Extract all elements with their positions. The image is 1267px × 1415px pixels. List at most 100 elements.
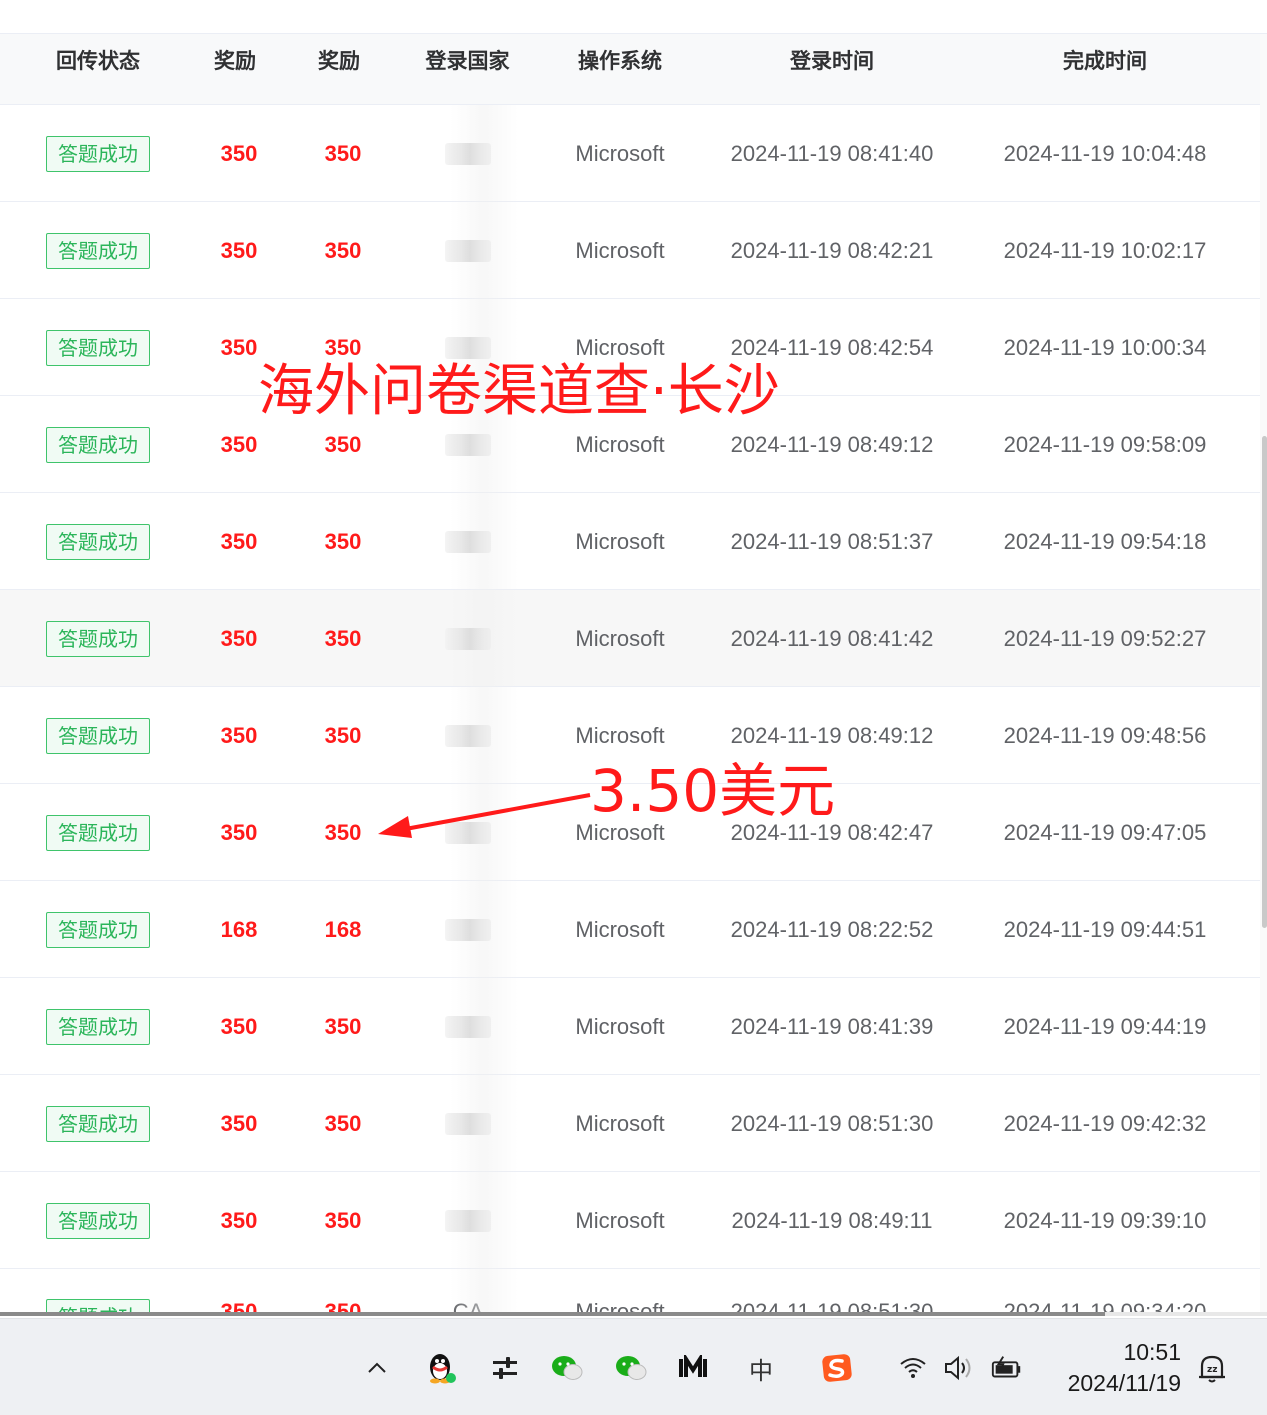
finish-time-value: 2024-11-19 09:47:05 bbox=[1003, 819, 1207, 845]
table-row[interactable]: 答题成功 350 350 Microsoft 2024-11-19 08:41:40 20… bbox=[0, 105, 1267, 202]
wifi-icon[interactable] bbox=[896, 1351, 930, 1385]
table-row[interactable]: 答题成功 350 350 Microsoft 2024-11-19 08:51:30 20… bbox=[0, 1075, 1267, 1172]
header-reward-2[interactable]: 奖励 bbox=[294, 34, 384, 105]
reward-value: 350 bbox=[324, 528, 362, 554]
table-cell: 350 bbox=[190, 105, 288, 202]
table-cell bbox=[420, 687, 516, 784]
table-cell: 2024-11-19 10:04:48 bbox=[985, 105, 1225, 202]
table-cell: 答题成功 bbox=[28, 1075, 168, 1172]
header-reward-1[interactable]: 奖励 bbox=[190, 34, 280, 105]
table-cell: 350 bbox=[294, 590, 392, 687]
header-login-country[interactable]: 登录国家 bbox=[405, 34, 530, 105]
taskbar: 中 10:51 2024/11/19 zz bbox=[0, 1318, 1267, 1415]
clock-time: 10:51 bbox=[1123, 1339, 1181, 1365]
horizontal-scrollbar-thumb[interactable] bbox=[0, 1312, 1105, 1316]
table-cell: 2024-11-19 08:49:11 bbox=[712, 1172, 952, 1269]
ime-label: 中 bbox=[749, 1356, 773, 1385]
status-tag: 答题成功 bbox=[46, 329, 150, 366]
vertical-scrollbar-thumb[interactable] bbox=[1262, 436, 1267, 928]
notification-sleep-icon[interactable]: zz bbox=[1195, 1351, 1229, 1385]
login-time-value: 2024-11-19 08:22:52 bbox=[730, 916, 934, 942]
login-time-value: 2024-11-19 08:41:39 bbox=[730, 1013, 934, 1039]
status-tag: 答题成功 bbox=[46, 1008, 150, 1045]
header-login-time[interactable]: 登录时间 bbox=[712, 34, 952, 105]
annotation-amount: 3.50美元 bbox=[590, 757, 836, 825]
table-cell bbox=[420, 881, 516, 978]
table-cell: Microsoft bbox=[555, 493, 685, 590]
header-os[interactable]: 操作系统 bbox=[555, 34, 685, 105]
table-cell: 答题成功 bbox=[28, 687, 168, 784]
finish-time-value: 2024-11-19 09:44:51 bbox=[1003, 916, 1207, 942]
chevron-up-icon[interactable] bbox=[360, 1351, 394, 1385]
volume-icon[interactable] bbox=[942, 1351, 976, 1385]
os-value: Microsoft bbox=[575, 140, 665, 166]
table-row[interactable]: 答题成功 350 350 Microsoft 2024-11-19 08:42:21 20… bbox=[0, 202, 1267, 299]
system-clock[interactable]: 10:51 2024/11/19 bbox=[1068, 1337, 1181, 1399]
table-cell: Microsoft bbox=[555, 1172, 685, 1269]
table-row[interactable]: 答题成功 350350 CA Microsoft 2024-11-19 08:51:30… bbox=[0, 1269, 1267, 1316]
table-cell: 2024-11-19 09:42:32 bbox=[985, 1075, 1225, 1172]
table-cell: 答题成功 bbox=[28, 493, 168, 590]
header-status[interactable]: 回传状态 bbox=[28, 34, 168, 105]
finish-time-value: 2024-11-19 10:04:48 bbox=[1003, 140, 1207, 166]
login-time-value: 2024-11-19 08:42:21 bbox=[730, 237, 934, 263]
reward-value: 350 bbox=[324, 819, 362, 845]
table-cell: 答题成功 bbox=[28, 105, 168, 202]
settings-sliders-icon[interactable] bbox=[488, 1351, 522, 1385]
reward-value: 350 bbox=[324, 237, 362, 263]
country-blurred bbox=[445, 142, 491, 165]
table-row[interactable]: 答题成功 350 350 Microsoft 2024-11-19 08:49:11 20… bbox=[0, 1172, 1267, 1269]
table-header: 回传状态 奖励 奖励 登录国家 操作系统 登录时间 完成时间 bbox=[0, 34, 1267, 105]
table-cell: Microsoft bbox=[555, 590, 685, 687]
login-time-value: 2024-11-19 08:41:42 bbox=[730, 625, 934, 651]
status-tag: 答题成功 bbox=[46, 426, 150, 463]
table-cell bbox=[420, 978, 516, 1075]
table-cell: 350 bbox=[190, 590, 288, 687]
m-logo-icon[interactable] bbox=[676, 1351, 710, 1385]
country-blurred bbox=[445, 433, 491, 456]
country-blurred bbox=[445, 530, 491, 553]
reward-value: 350 bbox=[324, 1013, 362, 1039]
os-value: Microsoft bbox=[575, 431, 665, 457]
table-cell: 答题成功 bbox=[28, 784, 168, 881]
table-cell: Microsoft bbox=[555, 1075, 685, 1172]
reward-value: 350 bbox=[220, 1207, 258, 1233]
os-value: Microsoft bbox=[575, 528, 665, 554]
wechat-icon[interactable] bbox=[550, 1351, 584, 1385]
status-tag: 答题成功 bbox=[46, 232, 150, 269]
table-cell: 答题成功 bbox=[28, 396, 168, 493]
table-row[interactable]: 答题成功 350 350 Microsoft 2024-11-19 08:41:42 20… bbox=[0, 590, 1267, 687]
finish-time-value: 2024-11-19 10:00:34 bbox=[1003, 334, 1207, 360]
os-value: Microsoft bbox=[575, 237, 665, 263]
sogou-input-icon[interactable] bbox=[820, 1351, 854, 1385]
table-cell bbox=[420, 1075, 516, 1172]
annotation-arrow-icon bbox=[378, 793, 591, 838]
login-time-value: 2024-11-19 08:41:40 bbox=[730, 140, 934, 166]
table-cell: 350 bbox=[294, 978, 392, 1075]
country-blurred bbox=[445, 239, 491, 262]
reward-value: 350 bbox=[220, 819, 258, 845]
country-blurred bbox=[445, 336, 491, 359]
reward-value: 350 bbox=[324, 625, 362, 651]
wechat-icon[interactable] bbox=[614, 1351, 648, 1385]
table-cell: Microsoft bbox=[555, 881, 685, 978]
status-tag: 答题成功 bbox=[46, 1105, 150, 1142]
table-cell: Microsoft bbox=[555, 978, 685, 1075]
clock-date: 2024/11/19 bbox=[1067, 1370, 1181, 1396]
table-row[interactable]: 答题成功 350 350 Microsoft 2024-11-19 08:51:37 20… bbox=[0, 493, 1267, 590]
table-row[interactable]: 答题成功 168 168 Microsoft 2024-11-19 08:22:52 20… bbox=[0, 881, 1267, 978]
header-finish-time[interactable]: 完成时间 bbox=[985, 34, 1225, 105]
os-value: Microsoft bbox=[575, 1110, 665, 1136]
country-blurred bbox=[445, 1015, 491, 1038]
ime-zhong-icon[interactable]: 中 bbox=[744, 1351, 778, 1385]
table-row[interactable]: 答题成功 350 350 Microsoft 2024-11-19 08:41:39 20… bbox=[0, 978, 1267, 1075]
reward-value: 350 bbox=[324, 1207, 362, 1233]
os-value: Microsoft bbox=[575, 334, 665, 360]
battery-icon[interactable] bbox=[990, 1351, 1024, 1385]
table-cell: 350 bbox=[190, 1075, 288, 1172]
table-cell: 350 bbox=[294, 493, 392, 590]
table-cell: 2024-11-19 08:22:52 bbox=[712, 881, 952, 978]
qq-icon[interactable] bbox=[424, 1351, 458, 1385]
reward-value: 350 bbox=[324, 722, 362, 748]
reward-value: 350 bbox=[220, 625, 258, 651]
